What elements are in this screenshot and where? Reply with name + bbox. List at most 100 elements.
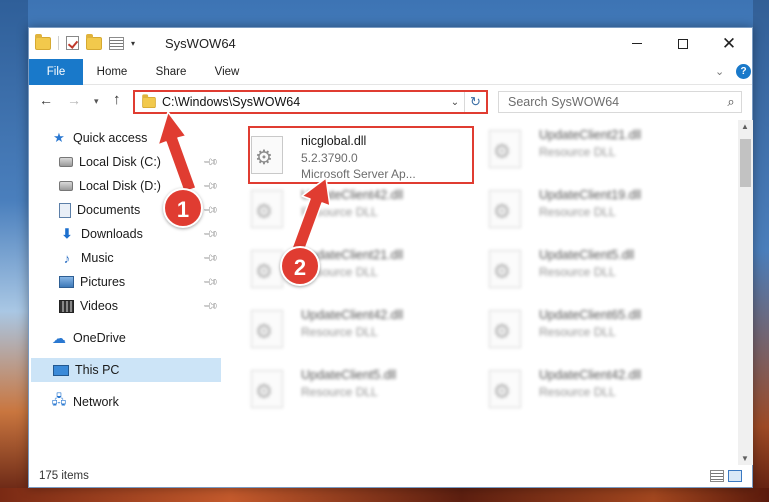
details-view-icon[interactable] <box>710 470 724 482</box>
sidebar-item-onedrive[interactable]: ☁ OneDrive <box>29 326 221 350</box>
sidebar-item-this-pc[interactable]: This PC <box>31 358 221 382</box>
address-history-chevron-icon[interactable]: ⌄ <box>446 97 464 108</box>
sidebar-item-pictures[interactable]: Pictures 📌︎ <box>29 270 221 294</box>
cloud-icon: ☁ <box>52 329 66 346</box>
file-name: UpdateClient21.dll <box>539 128 642 142</box>
back-arrow-icon[interactable]: ← <box>39 92 53 108</box>
sidebar-item-label: Local Disk (D:) <box>79 179 161 193</box>
dll-file-icon <box>251 190 283 228</box>
highlight-box-nicglobal <box>248 126 474 184</box>
quick-access-toolbar: ▾ <box>35 33 135 50</box>
minimize-button[interactable] <box>614 28 660 59</box>
search-icon[interactable]: ⌕ <box>721 94 741 110</box>
scroll-up-icon[interactable]: ▲ <box>741 122 749 131</box>
close-button[interactable]: ✕ <box>706 28 752 59</box>
pin-icon[interactable]: 📌︎ <box>202 202 219 219</box>
sidebar-item-label: Pictures <box>80 275 126 289</box>
properties-icon[interactable] <box>109 36 124 50</box>
file-description: Resource DLL <box>539 145 616 159</box>
customize-toolbar-chevron-icon[interactable]: ▾ <box>131 39 135 48</box>
address-path[interactable]: C:\Windows\SysWOW64 <box>162 95 446 109</box>
file-description: Resource DLL <box>301 325 378 339</box>
file-item[interactable]: UpdateClient65.dll Resource DLL <box>472 302 702 358</box>
sidebar-item-label: OneDrive <box>73 331 126 345</box>
videos-icon <box>59 299 74 313</box>
file-item[interactable]: UpdateClient19.dll Resource DLL <box>472 182 702 238</box>
drive-icon <box>59 157 73 167</box>
tab-view[interactable]: View <box>207 59 247 85</box>
properties-check-icon[interactable] <box>66 36 79 50</box>
file-item[interactable]: UpdateClient42.dll Resource DLL <box>472 362 702 418</box>
network-icon: 🖧︎ <box>51 392 67 407</box>
file-name: UpdateClient5.dll <box>539 248 635 262</box>
recent-locations-chevron-icon[interactable]: ▾ <box>94 96 99 107</box>
pin-icon[interactable]: 📌︎ <box>202 274 219 291</box>
search-box[interactable]: Search SysWOW64 ⌕ <box>498 91 742 113</box>
tab-home[interactable]: Home <box>89 59 135 85</box>
file-description: Resource DLL <box>301 385 378 399</box>
status-bar: 175 items <box>29 465 752 487</box>
dll-file-icon <box>489 250 521 288</box>
forward-arrow-icon[interactable]: → <box>67 92 81 108</box>
new-folder-icon[interactable] <box>86 33 102 50</box>
sidebar-item-label: This PC <box>75 363 120 377</box>
expand-ribbon-chevron-icon[interactable]: ⌄ <box>715 65 724 78</box>
file-description: Resource DLL <box>539 265 616 279</box>
dll-file-icon <box>251 250 283 288</box>
minimize-icon <box>632 43 642 44</box>
file-item[interactable]: UpdateClient5.dll Resource DLL <box>234 362 464 418</box>
file-name: UpdateClient5.dll <box>301 368 397 382</box>
dll-file-icon <box>489 370 521 408</box>
address-folder-icon <box>142 93 156 108</box>
file-name: UpdateClient65.dll <box>539 308 642 322</box>
toolbar-separator <box>58 36 59 50</box>
sidebar-item-label: Network <box>73 395 119 409</box>
desktop-background-right <box>753 0 769 502</box>
address-bar[interactable]: C:\Windows\SysWOW64 ⌄ ↻ <box>133 90 488 114</box>
tab-file[interactable]: File <box>29 59 83 85</box>
tab-share[interactable]: Share <box>149 59 193 85</box>
sidebar-item-local-disk-c[interactable]: Local Disk (C:) 📌︎ <box>29 150 221 174</box>
large-icons-view-icon[interactable] <box>728 470 742 482</box>
sidebar-item-videos[interactable]: Videos 📌︎ <box>29 294 221 318</box>
file-explorer-window: ▾ SysWOW64 ✕ File Home Share View ⌄ ? ← … <box>28 27 753 488</box>
sidebar-item-network[interactable]: 🖧︎ Network <box>29 390 221 414</box>
star-icon: ★ <box>53 130 65 145</box>
title-bar: ▾ SysWOW64 ✕ <box>29 28 752 59</box>
sidebar-item-music[interactable]: ♪ Music 📌︎ <box>29 246 221 270</box>
sidebar-item-label: Music <box>81 251 114 265</box>
file-name: UpdateClient42.dll <box>301 188 404 202</box>
step-badge-1: 1 <box>163 188 203 228</box>
file-item[interactable]: UpdateClient42.dll Resource DLL <box>234 302 464 358</box>
sidebar-item-label: Local Disk (C:) <box>79 155 161 169</box>
file-item[interactable]: UpdateClient21.dll Resource DLL <box>234 242 464 298</box>
music-icon: ♪ <box>63 250 71 266</box>
pin-icon[interactable]: 📌︎ <box>202 178 219 195</box>
file-description: Resource DLL <box>301 205 378 219</box>
pictures-icon <box>59 276 74 288</box>
maximize-button[interactable] <box>660 28 706 59</box>
sidebar-item-quick-access[interactable]: ★ Quick access <box>29 126 221 150</box>
sidebar-item-label: Quick access <box>73 131 148 145</box>
refresh-icon[interactable]: ↻ <box>464 92 486 112</box>
window-title: SysWOW64 <box>165 36 236 51</box>
up-arrow-icon[interactable]: ↑ <box>113 91 121 108</box>
pin-icon[interactable]: 📌︎ <box>202 226 219 243</box>
file-description: Resource DLL <box>539 385 616 399</box>
file-description: Resource DLL <box>539 325 616 339</box>
file-name: UpdateClient42.dll <box>539 368 642 382</box>
desktop-background-left <box>0 0 28 502</box>
file-item[interactable]: UpdateClient5.dll Resource DLL <box>472 242 702 298</box>
pin-icon[interactable]: 📌︎ <box>202 154 219 171</box>
scroll-down-icon[interactable]: ▼ <box>741 454 749 463</box>
folder-icon <box>35 33 51 50</box>
file-item[interactable]: UpdateClient21.dll Resource DLL <box>472 122 702 178</box>
pin-icon[interactable]: 📌︎ <box>202 298 219 315</box>
help-icon[interactable]: ? <box>736 64 751 79</box>
dll-file-icon <box>489 310 521 348</box>
search-input[interactable]: Search SysWOW64 <box>508 95 721 109</box>
scrollbar-thumb[interactable] <box>740 139 751 187</box>
pin-icon[interactable]: 📌︎ <box>202 250 219 267</box>
file-item[interactable]: UpdateClient42.dll Resource DLL <box>234 182 464 238</box>
vertical-scrollbar[interactable]: ▲ ▼ <box>738 120 753 465</box>
